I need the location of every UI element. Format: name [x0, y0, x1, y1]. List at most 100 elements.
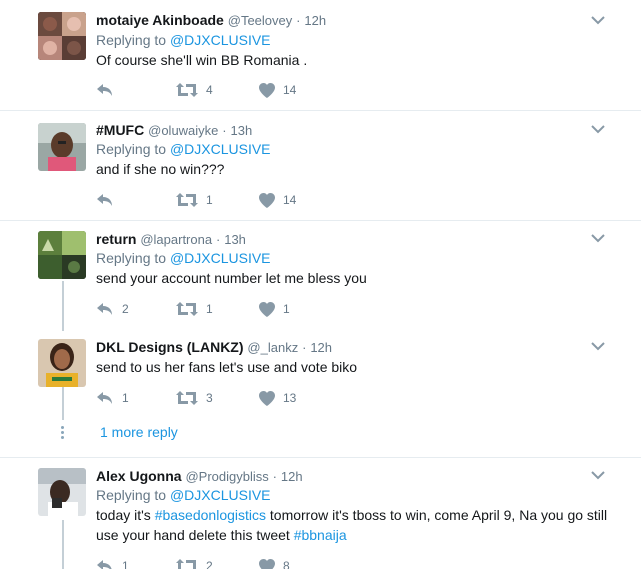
- avatar[interactable]: [38, 231, 86, 279]
- like-count: 8: [283, 559, 290, 569]
- hashtag-link[interactable]: #basedonlogistics: [155, 507, 266, 523]
- avatar[interactable]: [38, 12, 86, 60]
- reply-icon: [97, 560, 112, 569]
- like-count: 14: [283, 193, 297, 207]
- tweet-text: send to us her fans let's use and vote b…: [96, 359, 358, 375]
- reply-icon: [97, 84, 112, 96]
- retweet-button[interactable]: 2: [176, 557, 213, 569]
- reply-button[interactable]: 1: [96, 389, 129, 407]
- tweet-actions: 1 2 8: [96, 557, 396, 569]
- replying-to: Replying to @DJXCLUSIVE: [96, 32, 271, 48]
- tweet-thread: return @lapartrona · 13h Replying to @DJ…: [0, 221, 641, 458]
- replying-to-label: Replying to: [96, 487, 167, 503]
- tweet-1[interactable]: motaiye Akinboade @Teelovey · 12h Replyi…: [0, 0, 641, 111]
- mention-link[interactable]: @DJXCLUSIVE: [170, 250, 271, 266]
- reply-button[interactable]: [96, 191, 114, 209]
- separator-dot: ·: [272, 469, 277, 484]
- retweet-button[interactable]: 1: [176, 191, 213, 209]
- replying-to: Replying to @DJXCLUSIVE: [96, 487, 271, 503]
- display-name[interactable]: Alex Ugonna: [96, 468, 182, 484]
- avatar[interactable]: [38, 339, 86, 387]
- user-handle[interactable]: @oluwaiyke: [148, 123, 218, 138]
- retweet-button[interactable]: 1: [176, 300, 213, 318]
- replying-to: Replying to @DJXCLUSIVE: [96, 141, 271, 157]
- avatar[interactable]: [38, 123, 86, 171]
- chevron-down-icon[interactable]: [591, 15, 605, 25]
- separator-dot: ·: [215, 232, 221, 247]
- more-replies-link[interactable]: 1 more reply: [100, 424, 178, 440]
- mention-link[interactable]: @DJXCLUSIVE: [170, 141, 271, 157]
- tweet-header: motaiye Akinboade @Teelovey · 12h: [96, 12, 326, 28]
- replying-to-label: Replying to: [96, 250, 167, 266]
- tweet-header: DKL Designs (LANKZ) @_lankz · 12h: [96, 339, 332, 355]
- reply-count: 2: [122, 302, 129, 316]
- tweet-5[interactable]: Alex Ugonna @Prodigybliss · 12h Replying…: [0, 458, 641, 569]
- tweet-3[interactable]: return @lapartrona · 13h Replying to @DJ…: [0, 221, 641, 331]
- retweet-button[interactable]: 3: [176, 389, 213, 407]
- reply-icon: [97, 194, 112, 206]
- display-name[interactable]: DKL Designs (LANKZ): [96, 339, 244, 355]
- reply-button[interactable]: [96, 81, 114, 99]
- timestamp[interactable]: 12h: [281, 469, 303, 484]
- display-name[interactable]: return: [96, 231, 136, 247]
- thread-line: [62, 520, 64, 569]
- retweet-icon: [176, 83, 198, 97]
- tweet-actions: 1 3 13: [96, 389, 396, 407]
- timestamp[interactable]: 12h: [304, 13, 326, 28]
- heart-icon: [259, 390, 275, 406]
- replying-to-label: Replying to: [96, 141, 167, 157]
- mention-link[interactable]: @DJXCLUSIVE: [170, 32, 271, 48]
- tweet-header: #MUFC @oluwaiyke · 13h: [96, 122, 252, 138]
- display-name[interactable]: #MUFC: [96, 122, 144, 138]
- user-handle[interactable]: @lapartrona: [140, 232, 212, 247]
- heart-icon: [259, 192, 275, 208]
- timestamp[interactable]: 12h: [310, 340, 332, 355]
- timestamp[interactable]: 13h: [224, 232, 246, 247]
- reply-button[interactable]: 2: [96, 300, 129, 318]
- display-name[interactable]: motaiye Akinboade: [96, 12, 224, 28]
- tweet-4[interactable]: DKL Designs (LANKZ) @_lankz · 12h send t…: [0, 331, 641, 421]
- tweet-actions: 1 14: [96, 191, 396, 209]
- tweet-text: today it's #basedonlogistics tomorrow it…: [96, 505, 616, 545]
- like-count: 14: [283, 83, 297, 97]
- like-button[interactable]: 14: [259, 81, 296, 99]
- like-button[interactable]: 8: [259, 557, 290, 569]
- retweet-icon: [176, 302, 198, 316]
- tweet-header: Alex Ugonna @Prodigybliss · 12h: [96, 468, 303, 484]
- chevron-down-icon[interactable]: [591, 233, 605, 243]
- tweet-actions: 4 14: [96, 81, 396, 99]
- replying-to: Replying to @DJXCLUSIVE: [96, 250, 271, 266]
- like-count: 13: [283, 391, 297, 405]
- user-handle[interactable]: @_lankz: [247, 340, 298, 355]
- like-button[interactable]: 14: [259, 191, 296, 209]
- like-button[interactable]: 1: [259, 300, 290, 318]
- avatar[interactable]: [38, 468, 86, 516]
- chevron-down-icon[interactable]: [591, 341, 605, 351]
- reply-count: 1: [122, 391, 129, 405]
- retweet-count: 1: [206, 302, 213, 316]
- user-handle[interactable]: @Teelovey: [228, 13, 293, 28]
- like-button[interactable]: 13: [259, 389, 296, 407]
- retweet-icon: [176, 193, 198, 207]
- tweet-text-part: today it's: [96, 507, 155, 523]
- heart-icon: [259, 82, 275, 98]
- retweet-icon: [176, 391, 198, 405]
- timestamp[interactable]: 13h: [231, 123, 253, 138]
- tweet-text: and if she no win???: [96, 161, 225, 177]
- mention-link[interactable]: @DJXCLUSIVE: [170, 487, 271, 503]
- separator-dot: ·: [222, 123, 227, 138]
- hashtag-link[interactable]: #bbnaija: [294, 527, 347, 543]
- tweet-text: send your account number let me bless yo…: [96, 270, 367, 286]
- chevron-down-icon[interactable]: [591, 470, 605, 480]
- retweet-count: 2: [206, 559, 213, 569]
- retweet-count: 3: [206, 391, 213, 405]
- user-handle[interactable]: @Prodigybliss: [185, 469, 268, 484]
- like-count: 1: [283, 302, 290, 316]
- reply-button[interactable]: 1: [96, 557, 129, 569]
- separator-dot: ·: [302, 340, 307, 355]
- tweet-2[interactable]: #MUFC @oluwaiyke · 13h Replying to @DJXC…: [0, 111, 641, 221]
- retweet-button[interactable]: 4: [176, 81, 213, 99]
- chevron-down-icon[interactable]: [591, 124, 605, 134]
- separator-dot: ·: [296, 13, 301, 28]
- heart-icon: [259, 301, 275, 317]
